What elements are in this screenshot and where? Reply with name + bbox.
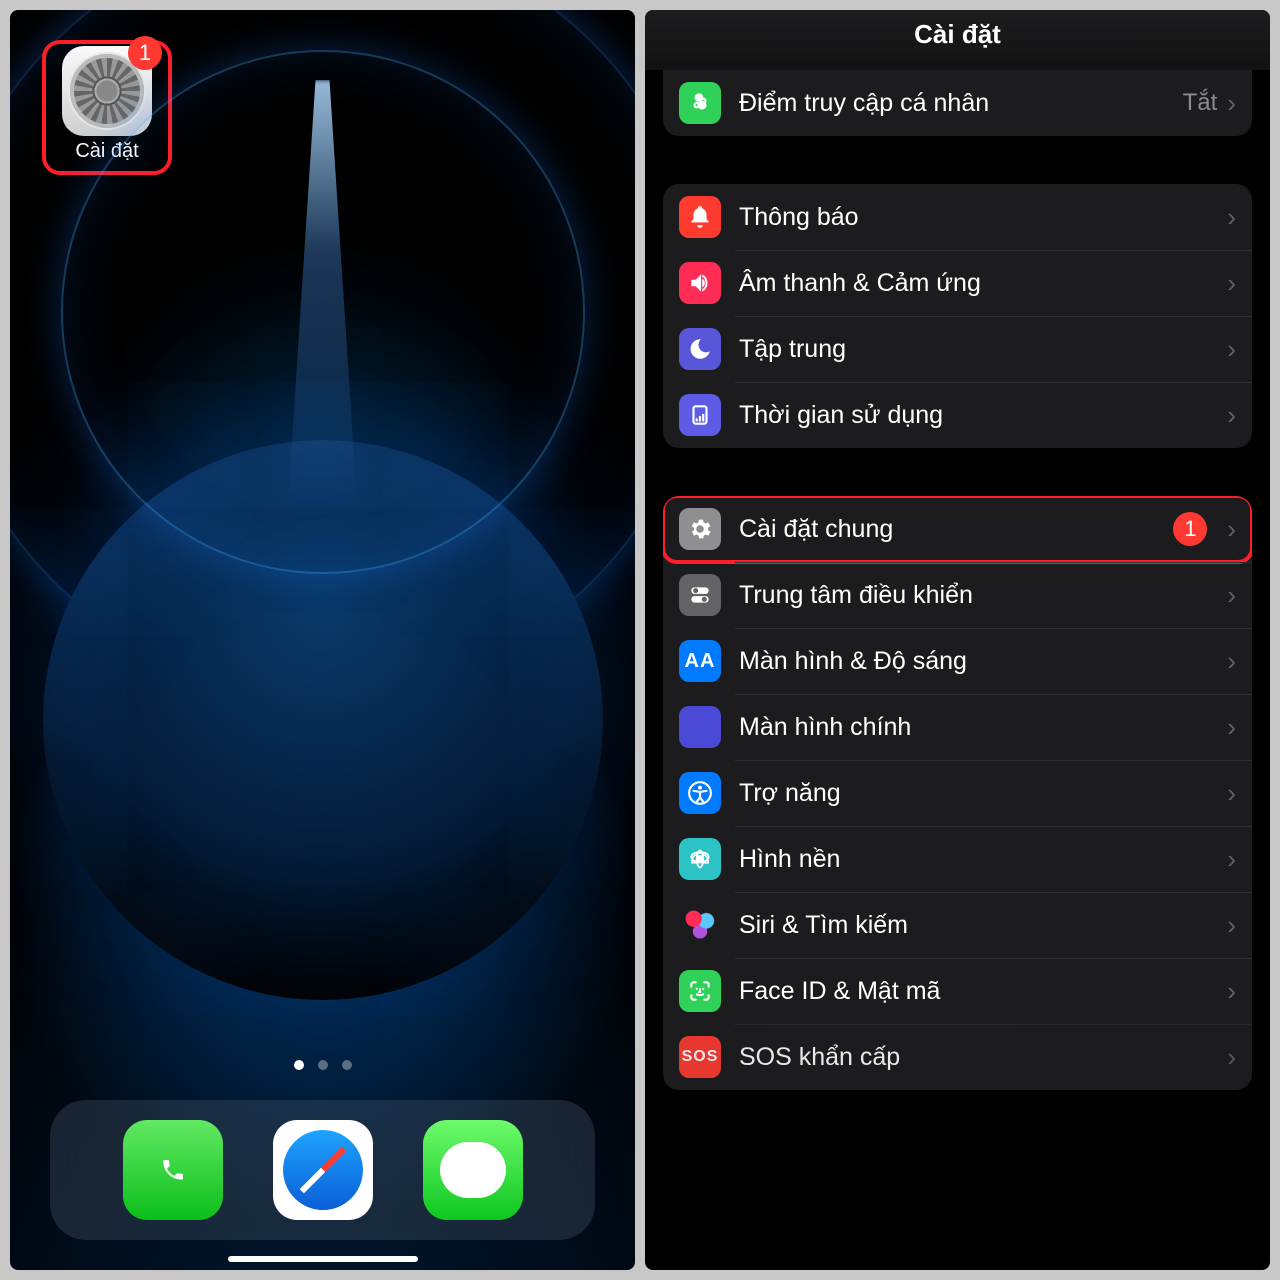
home-screen-label: Màn hình chính <box>739 713 1227 742</box>
row-focus[interactable]: Tập trung › <box>663 316 1252 382</box>
row-notifications[interactable]: Thông báo › <box>663 184 1252 250</box>
chevron-right-icon: › <box>1227 268 1236 299</box>
control-center-icon <box>679 574 721 616</box>
screentime-icon <box>679 394 721 436</box>
focus-icon <box>679 328 721 370</box>
settings-app-highlight: 1 Cài đặt <box>42 40 172 175</box>
screentime-label: Thời gian sử dụng <box>739 401 1227 430</box>
row-hotspot[interactable]: Điểm truy cập cá nhân Tắt › <box>663 70 1252 136</box>
phone-icon <box>160 1157 186 1183</box>
chevron-right-icon: › <box>1227 778 1236 809</box>
row-screentime[interactable]: Thời gian sử dụng › <box>663 382 1252 448</box>
chevron-right-icon: › <box>1227 976 1236 1007</box>
row-general[interactable]: Cài đặt chung 1 › <box>663 496 1252 562</box>
row-display[interactable]: AA Màn hình & Độ sáng › <box>663 628 1252 694</box>
notifications-label: Thông báo <box>739 203 1227 232</box>
chevron-right-icon: › <box>1227 1042 1236 1073</box>
row-faceid[interactable]: Face ID & Mật mã › <box>663 958 1252 1024</box>
chevron-right-icon: › <box>1227 712 1236 743</box>
chevron-right-icon: › <box>1227 202 1236 233</box>
faceid-label: Face ID & Mật mã <box>739 977 1227 1006</box>
focus-label: Tập trung <box>739 335 1227 364</box>
general-label: Cài đặt chung <box>739 515 1173 544</box>
settings-app-icon[interactable]: 1 <box>62 46 152 136</box>
hotspot-label: Điểm truy cập cá nhân <box>739 89 1183 118</box>
chevron-right-icon: › <box>1227 514 1236 545</box>
chevron-right-icon: › <box>1227 646 1236 677</box>
chevron-right-icon: › <box>1227 88 1236 119</box>
hotspot-value: Tắt <box>1183 89 1218 117</box>
sounds-icon <box>679 262 721 304</box>
row-sos[interactable]: SOS SOS khẩn cấp › <box>663 1024 1252 1090</box>
group-attention: Thông báo › Âm thanh & Cảm ứng › Tập tru… <box>663 184 1252 448</box>
chevron-right-icon: › <box>1227 334 1236 365</box>
chevron-right-icon: › <box>1227 580 1236 611</box>
display-label: Màn hình & Độ sáng <box>739 647 1227 676</box>
row-home-screen[interactable]: Màn hình chính › <box>663 694 1252 760</box>
control-center-label: Trung tâm điều khiển <box>739 581 1227 610</box>
chevron-right-icon: › <box>1227 400 1236 431</box>
sos-label: SOS khẩn cấp <box>739 1043 1227 1072</box>
row-wallpaper[interactable]: Hình nền › <box>663 826 1252 892</box>
page-indicator[interactable] <box>294 1060 352 1070</box>
wallpaper-light <box>288 80 358 510</box>
row-siri[interactable]: Siri & Tìm kiếm › <box>663 892 1252 958</box>
settings-badge: 1 <box>128 36 162 70</box>
siri-icon <box>679 904 721 946</box>
phone-app-icon[interactable] <box>123 1120 223 1220</box>
home-screen: 1 Cài đặt <box>10 10 635 1270</box>
accessibility-label: Trợ năng <box>739 779 1227 808</box>
compass-icon <box>283 1130 363 1210</box>
accessibility-icon <box>679 772 721 814</box>
messages-app-icon[interactable] <box>423 1120 523 1220</box>
wallpaper-label: Hình nền <box>739 845 1227 874</box>
home-indicator[interactable] <box>228 1256 418 1262</box>
dock <box>50 1100 595 1240</box>
group-connectivity: Điểm truy cập cá nhân Tắt › <box>663 70 1252 136</box>
settings-screen: Cài đặt Điểm truy cập cá nhân Tắt › Thôn… <box>645 10 1270 1270</box>
row-control-center[interactable]: Trung tâm điều khiển › <box>663 562 1252 628</box>
row-sounds[interactable]: Âm thanh & Cảm ứng › <box>663 250 1252 316</box>
sos-icon: SOS <box>679 1036 721 1078</box>
chevron-right-icon: › <box>1227 910 1236 941</box>
group-general: Cài đặt chung 1 › Trung tâm điều khiển ›… <box>663 496 1252 1090</box>
faceid-icon <box>679 970 721 1012</box>
chevron-right-icon: › <box>1227 844 1236 875</box>
header-title: Cài đặt <box>645 10 1270 70</box>
home-screen-icon <box>679 706 721 748</box>
message-bubble-icon <box>440 1142 506 1198</box>
hotspot-icon <box>679 82 721 124</box>
siri-label: Siri & Tìm kiếm <box>739 911 1227 940</box>
general-badge: 1 <box>1173 512 1207 546</box>
wallpaper-icon <box>679 838 721 880</box>
row-accessibility[interactable]: Trợ năng › <box>663 760 1252 826</box>
safari-app-icon[interactable] <box>273 1120 373 1220</box>
settings-app-label: Cài đặt <box>48 140 166 163</box>
notifications-icon <box>679 196 721 238</box>
general-icon <box>679 508 721 550</box>
display-icon: AA <box>679 640 721 682</box>
wallpaper-planet <box>43 440 603 1000</box>
sounds-label: Âm thanh & Cảm ứng <box>739 269 1227 298</box>
